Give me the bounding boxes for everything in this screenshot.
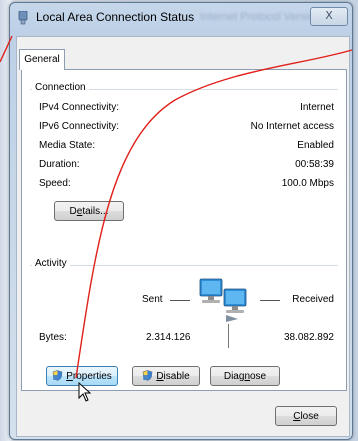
bytes-label: Bytes: [39,332,67,343]
properties-accel: P [66,371,73,382]
details-label-pre: D [69,206,77,217]
uac-shield-icon [52,370,63,381]
speed-value: 100.0 Mbps [281,178,334,189]
activity-heading: Activity [32,258,70,269]
disable-button[interactable]: Disable [132,366,200,386]
bytes-received-value: 38.082.892 [283,332,334,343]
status-dialog: Local Area Connection Status Internet Pr… [9,2,353,440]
received-label: Received [292,294,334,305]
connection-heading: Connection [32,82,89,93]
speed-label: Speed: [39,178,71,189]
mouse-pointer-icon [78,382,92,402]
ipv4-value: Internet [300,102,334,113]
general-panel: Connection IPv4 Connectivity: Internet I… [21,69,347,391]
close-button[interactable]: Close [275,406,337,426]
received-line [260,300,280,301]
sent-label: Sent [142,294,163,305]
close-label: lose [300,411,319,422]
network-computers-icon [199,278,247,322]
ipv6-label: IPv6 Connectivity: [39,121,120,132]
diagnose-button[interactable]: Diagnose [210,366,280,386]
window-title: Local Area Connection Status [36,10,195,24]
title-close-button[interactable]: X [310,7,348,26]
activity-divider [228,324,229,348]
tab-general[interactable]: General [19,49,65,70]
diagnose-label-post: ose [250,371,267,382]
network-adapter-icon [18,11,28,25]
sent-line [170,300,190,301]
background-window-title: Internet Protocol Version [200,11,321,23]
title-bar[interactable]: Local Area Connection Status Internet Pr… [10,3,352,33]
duration-label: Duration: [39,159,80,170]
details-label-post: tails... [82,206,109,217]
dialog-client-area: General Connection IPv4 Connectivity: In… [16,36,350,437]
details-button[interactable]: Details... [54,201,124,221]
ipv4-label: IPv4 Connectivity: [39,102,120,113]
media-state-value: Enabled [297,140,334,151]
properties-label: roperties [72,371,112,382]
duration-value: 00:58:39 [295,159,334,170]
bytes-sent-value: 2.314.126 [146,332,191,343]
ipv6-value: No Internet access [250,121,334,132]
activity-group-border [30,265,338,266]
disable-label: isable [163,371,190,382]
close-icon: X [325,9,333,22]
disable-accel: D [156,371,164,382]
uac-shield-icon [142,370,153,381]
diagnose-label-pre: Diag [223,371,245,382]
media-state-label: Media State: [39,140,96,151]
